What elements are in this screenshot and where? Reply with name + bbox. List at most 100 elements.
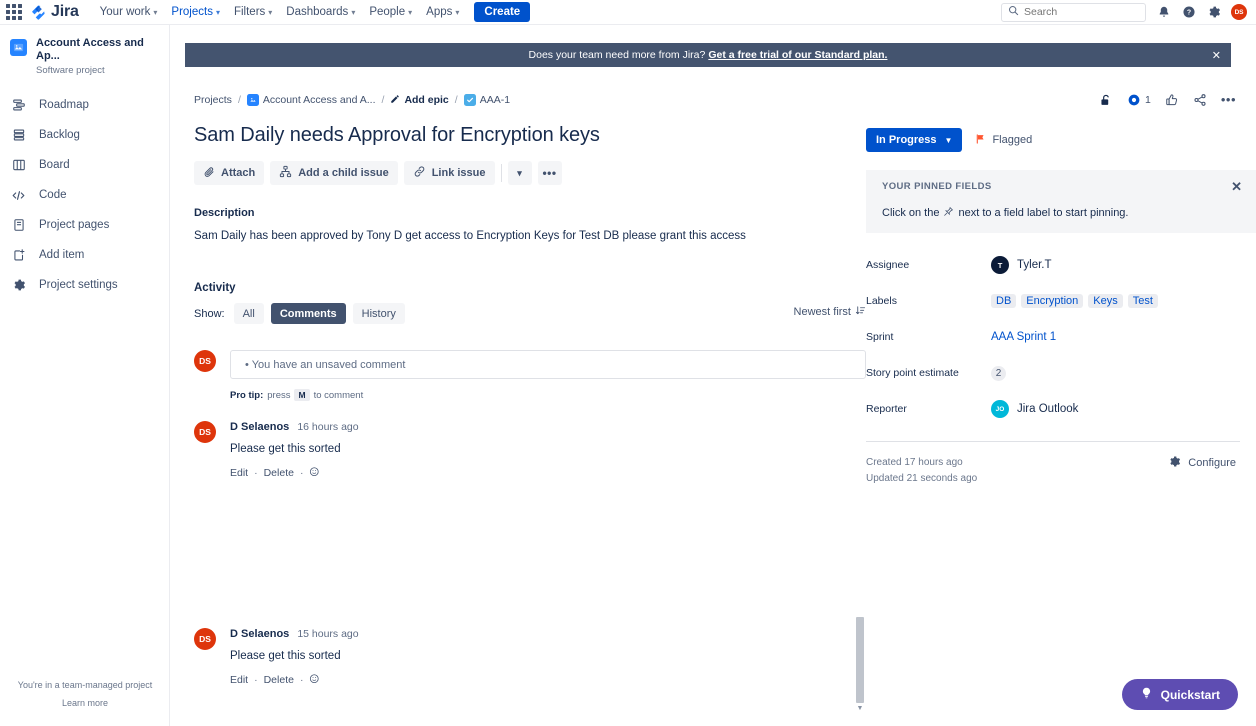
search-box[interactable] <box>1001 2 1146 22</box>
configure-button[interactable]: Configure <box>1168 455 1236 471</box>
breadcrumb-issue-key[interactable]: AAA-1 <box>463 94 510 106</box>
sort-order-toggle[interactable]: Newest first <box>794 305 866 319</box>
lightbulb-icon <box>1140 686 1153 703</box>
comment-delete-link[interactable]: Delete <box>264 674 294 686</box>
breadcrumb-add-epic[interactable]: Add epic <box>390 94 449 107</box>
comment-delete-link[interactable]: Delete <box>264 467 294 479</box>
comment-input[interactable]: • You have an unsaved comment <box>230 350 866 379</box>
nav-item-filters[interactable]: Filters ▾ <box>227 2 279 22</box>
link-issue-button[interactable]: Link issue <box>403 161 495 185</box>
pro-tip-press: press <box>267 389 291 401</box>
description-text[interactable]: Sam Daily has been approved by Tony D ge… <box>194 228 866 244</box>
nav-item-apps[interactable]: Apps ▾ <box>419 2 466 22</box>
sidebar-item-add-item[interactable]: Add item <box>0 240 169 270</box>
avatar: JO <box>991 400 1009 418</box>
comment-actions: Edit · Delete · <box>230 673 866 687</box>
sidebar-item-label: Project settings <box>39 279 118 291</box>
search-input[interactable] <box>1024 6 1139 18</box>
add-reaction-icon[interactable] <box>309 673 320 687</box>
more-actions-dropdown[interactable]: ▾ <box>507 161 532 185</box>
field-value[interactable]: JO Jira Outlook <box>991 400 1078 418</box>
sidebar-item-board[interactable]: Board <box>0 150 169 180</box>
quickstart-button[interactable]: Quickstart <box>1121 679 1238 710</box>
timestamps: Created 17 hours ago Updated 21 seconds … <box>866 455 977 487</box>
project-type: Software project <box>36 65 105 76</box>
status-label: In Progress <box>876 134 937 146</box>
sidebar-item-code[interactable]: Code <box>0 180 169 210</box>
field-label: Reporter <box>866 403 907 415</box>
more-options-icon[interactable]: ••• <box>1221 93 1236 106</box>
attach-button[interactable]: Attach <box>194 161 265 185</box>
avatar: T <box>991 256 1009 274</box>
nav-item-dashboards[interactable]: Dashboards ▾ <box>279 2 362 22</box>
breadcrumb-project[interactable]: Account Access and A... <box>246 94 376 106</box>
project-header[interactable]: Account Access and Ap... Software projec… <box>0 25 169 78</box>
banner-trial-link[interactable]: Get a free trial of our Standard plan. <box>708 49 887 61</box>
unlocked-padlock-icon[interactable] <box>1099 93 1113 108</box>
sort-label: Newest first <box>793 306 851 318</box>
project-avatar-icon <box>246 94 259 106</box>
comment-timestamp[interactable]: 15 hours ago <box>297 628 358 640</box>
notifications-bell-icon[interactable] <box>1156 5 1171 20</box>
sidebar-nav-list: Roadmap Backlog Board Code Project pages <box>0 90 169 300</box>
comment-author[interactable]: D Selaenos <box>230 628 289 640</box>
code-icon <box>11 188 26 203</box>
add-reaction-icon[interactable] <box>309 466 320 480</box>
field-value[interactable]: 2 <box>991 365 1006 381</box>
tab-history[interactable]: History <box>352 303 405 324</box>
sprint-link[interactable]: AAA Sprint 1 <box>991 331 1056 343</box>
help-question-icon[interactable]: ? <box>1181 5 1196 20</box>
comment-timestamp[interactable]: 16 hours ago <box>297 421 358 433</box>
label-chip[interactable]: Test <box>1127 294 1158 308</box>
banner-text: Does your team need more from Jira? <box>528 49 706 61</box>
comment-edit-link[interactable]: Edit <box>230 467 248 479</box>
create-button[interactable]: Create <box>474 2 531 22</box>
status-dropdown-button[interactable]: In Progress ▼ <box>866 128 963 152</box>
comments-scrollbar[interactable]: ▼ <box>856 617 864 723</box>
more-options-icon: ••• <box>542 166 557 180</box>
sidebar-item-roadmap[interactable]: Roadmap <box>0 90 169 120</box>
jira-home-logo[interactable]: Jira <box>30 3 79 21</box>
label-chip[interactable]: Encryption <box>1021 294 1084 308</box>
jira-logo-icon <box>30 4 47 21</box>
close-x-icon[interactable]: ✕ <box>1212 49 1221 62</box>
close-x-icon[interactable]: ✕ <box>1231 179 1242 195</box>
sidebar-item-backlog[interactable]: Backlog <box>0 120 169 150</box>
field-value[interactable]: DB Encryption Keys Test <box>991 294 1158 308</box>
tab-comments[interactable]: Comments <box>270 303 346 324</box>
sidebar-item-project-settings[interactable]: Project settings <box>0 270 169 300</box>
nav-label: Apps <box>426 6 453 18</box>
nav-item-projects[interactable]: Projects ▾ <box>164 2 227 22</box>
more-options-button[interactable]: ••• <box>537 161 562 185</box>
scrollbar-thumb[interactable] <box>856 617 864 703</box>
scroll-down-arrow-icon[interactable]: ▼ <box>856 703 864 715</box>
page-title[interactable]: Sam Daily needs Approval for Encryption … <box>194 124 866 147</box>
tab-all[interactable]: All <box>233 303 264 324</box>
apps-grid-icon[interactable] <box>6 4 22 20</box>
nav-label: Projects <box>171 6 213 18</box>
paperclip-icon <box>203 166 215 181</box>
activity-heading: Activity <box>194 282 236 294</box>
add-child-issue-button[interactable]: Add a child issue <box>270 161 398 185</box>
user-avatar[interactable]: DS <box>1231 4 1247 20</box>
breadcrumb-projects[interactable]: Projects <box>194 94 232 106</box>
thumbs-up-icon[interactable] <box>1165 93 1179 107</box>
comment-author[interactable]: D Selaenos <box>230 421 289 433</box>
watch-eye-icon[interactable]: 1 <box>1127 93 1151 107</box>
nav-item-your-work[interactable]: Your work ▾ <box>93 2 165 22</box>
reporter-name: Jira Outlook <box>1017 403 1079 415</box>
issue-fields-list: Assignee T Tyler.T Labels DB Encryption … <box>866 247 1256 427</box>
field-value[interactable]: AAA Sprint 1 <box>991 331 1056 343</box>
issue-meta-icons: 1 ••• <box>866 90 1256 110</box>
field-value[interactable]: T Tyler.T <box>991 256 1052 274</box>
comment-edit-link[interactable]: Edit <box>230 674 248 686</box>
nav-item-people[interactable]: People ▾ <box>362 2 419 22</box>
settings-gear-icon[interactable] <box>1206 5 1221 20</box>
sidebar-item-project-pages[interactable]: Project pages <box>0 210 169 240</box>
learn-more-link[interactable]: Learn more <box>62 698 108 708</box>
chevron-down-icon: ▾ <box>215 7 220 17</box>
roadmap-icon <box>11 98 26 113</box>
share-icon[interactable] <box>1193 93 1207 107</box>
label-chip[interactable]: Keys <box>1088 294 1123 308</box>
label-chip[interactable]: DB <box>991 294 1017 308</box>
